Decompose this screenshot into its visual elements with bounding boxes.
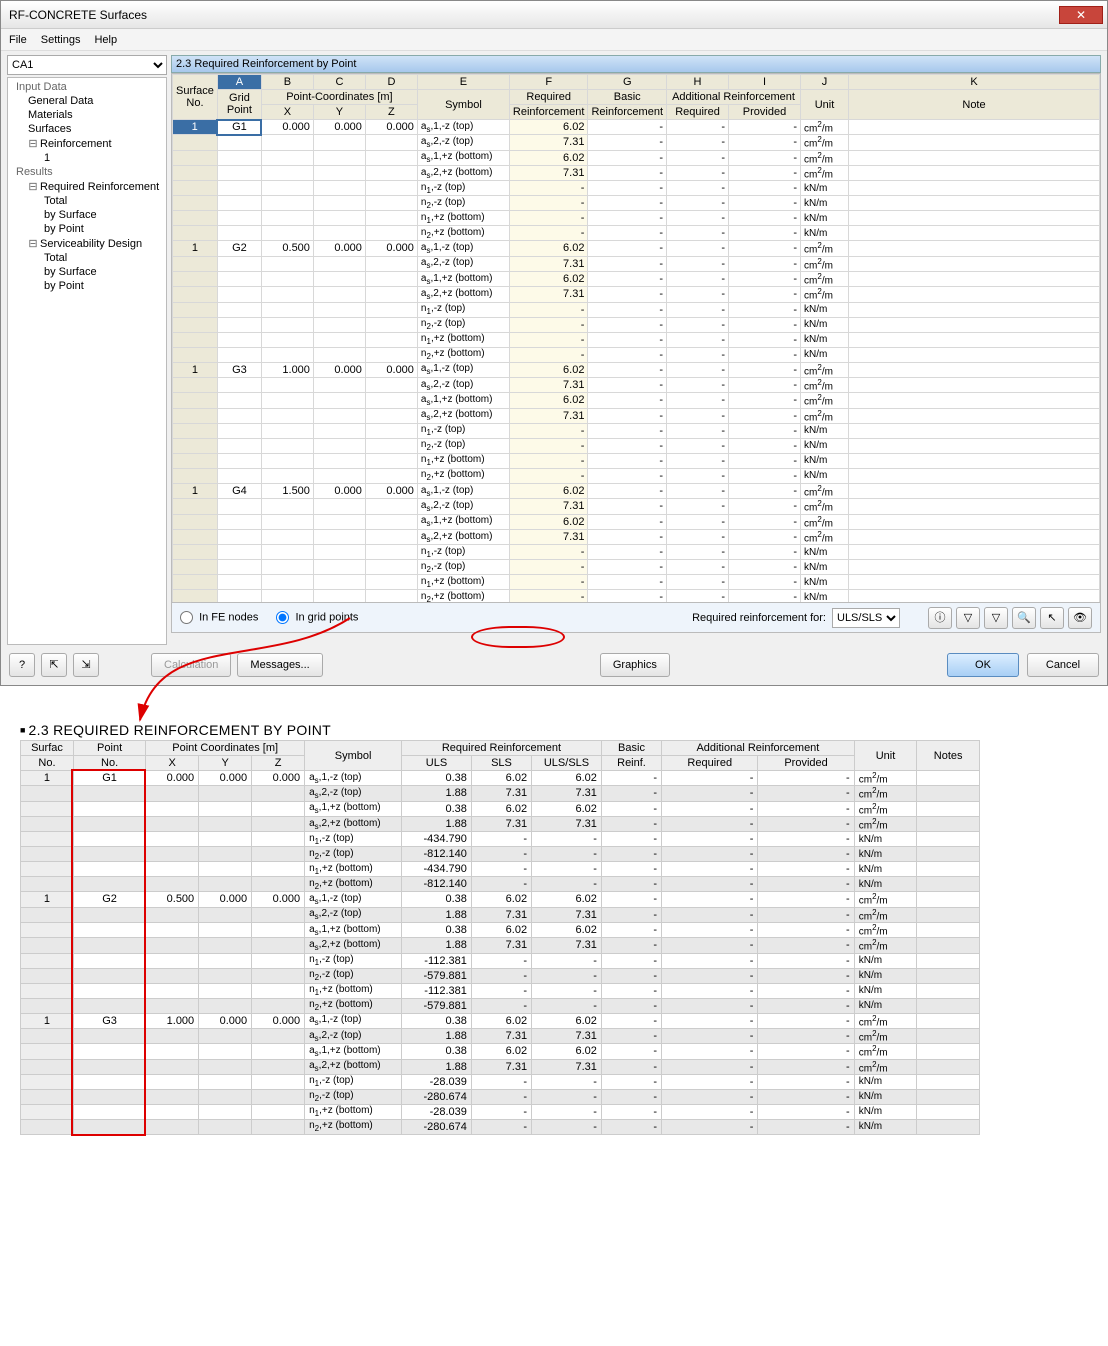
tree-rr-by-point[interactable]: by Point [10,222,164,236]
menu-settings[interactable]: Settings [41,34,81,46]
tree-input-data[interactable]: Input Data [10,80,164,94]
report-table: SurfacPoint Point Coordinates [m]Symbol … [20,740,980,1135]
radio-grid-points[interactable]: In grid points [276,611,358,624]
req-for-label: Required reinforcement for: [692,612,826,624]
calculation-button[interactable]: Calculation [151,653,231,677]
tree-sd-by-point[interactable]: by Point [10,279,164,293]
menu-file[interactable]: File [9,34,27,46]
tree-reinforcement-1[interactable]: 1 [10,151,164,165]
data-grid[interactable]: SurfaceNo. ABCD EFGHI JK GridPoint Point… [172,74,1100,603]
find-icon-button[interactable]: 🔍 [1012,607,1036,629]
eye-icon-button[interactable]: 👁 [1068,607,1092,629]
tree-sd-total[interactable]: Total [10,251,164,265]
titlebar: RF-CONCRETE Surfaces ✕ [1,1,1107,29]
filter-icon-button[interactable]: ▽ [956,607,980,629]
report-section: 2.3 REQUIRED REINFORCEMENT BY POINT Surf… [20,722,980,1135]
report-title: 2.3 REQUIRED REINFORCEMENT BY POINT [20,722,980,738]
tree-required-reinforcement[interactable]: ⊟Required Reinforcement [10,179,164,194]
close-button[interactable]: ✕ [1059,6,1103,24]
tree-serviceability-design[interactable]: ⊟Serviceability Design [10,236,164,251]
messages-button[interactable]: Messages... [237,653,322,677]
graphics-button[interactable]: Graphics [600,653,670,677]
select-icon-button[interactable]: ↖ [1040,607,1064,629]
button-row: ? ⇱ ⇲ Calculation Messages... Graphics O… [1,645,1107,685]
info-icon-button[interactable]: ⓘ [928,607,952,629]
radio-fe-nodes[interactable]: In FE nodes [180,611,258,624]
cancel-button[interactable]: Cancel [1027,653,1099,677]
menu-help[interactable]: Help [94,34,117,46]
tree-surfaces[interactable]: Surfaces [10,122,164,136]
sidebar: CA1 Input Data General Data Materials Su… [7,55,167,645]
window-title: RF-CONCRETE Surfaces [9,8,1059,22]
content-pane: 2.3 Required Reinforcement by Point Surf… [171,55,1101,645]
menubar: File Settings Help [1,29,1107,51]
help-icon-button[interactable]: ? [9,653,35,677]
nav-tree: Input Data General Data Materials Surfac… [7,77,167,645]
import-icon-button[interactable]: ⇲ [73,653,99,677]
grid-wrap: SurfaceNo. ABCD EFGHI JK GridPoint Point… [171,73,1101,603]
ok-button[interactable]: OK [947,653,1019,677]
filter2-icon-button[interactable]: ▽ [984,607,1008,629]
req-for-select[interactable]: ULS/SLS [832,608,900,628]
case-select[interactable]: CA1 [7,55,167,75]
tree-rr-by-surface[interactable]: by Surface [10,208,164,222]
section-title: 2.3 Required Reinforcement by Point [171,55,1101,73]
tree-results[interactable]: Results [10,165,164,179]
main-window: RF-CONCRETE Surfaces ✕ File Settings Hel… [0,0,1108,686]
export-icon-button[interactable]: ⇱ [41,653,67,677]
tree-sd-by-surface[interactable]: by Surface [10,265,164,279]
tree-rr-total[interactable]: Total [10,194,164,208]
options-row: In FE nodes In grid points Required rein… [171,603,1101,633]
tree-general-data[interactable]: General Data [10,94,164,108]
tree-reinforcement[interactable]: ⊟Reinforcement [10,136,164,151]
tree-materials[interactable]: Materials [10,108,164,122]
